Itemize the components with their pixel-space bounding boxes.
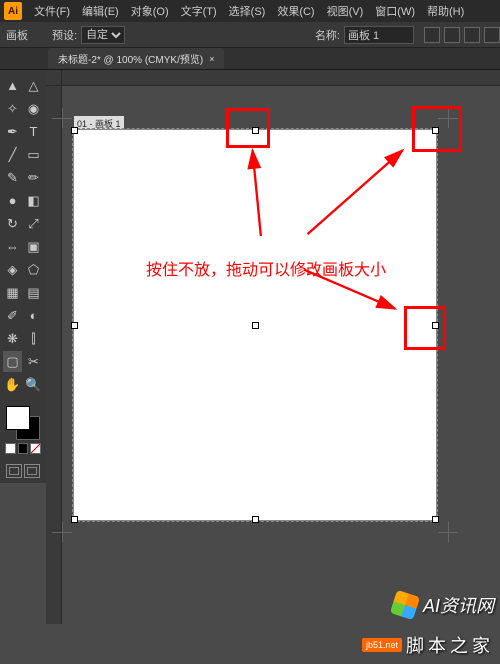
shape-builder-tool[interactable]: ◈ <box>3 259 22 280</box>
type-tool[interactable]: T <box>24 121 43 142</box>
scale-tool[interactable]: ⤢ <box>24 213 43 234</box>
watermark-top-text: AI资讯网 <box>423 592 494 618</box>
option-btn-2[interactable] <box>444 27 460 43</box>
crop-mark-top-right <box>438 108 458 128</box>
preset-label: 预设: <box>52 27 77 43</box>
ruler-origin[interactable] <box>46 70 62 86</box>
menu-view[interactable]: 视图(V) <box>321 3 370 19</box>
artboard-tool[interactable]: ▢ <box>3 351 22 372</box>
resize-handle-top-mid[interactable] <box>252 127 259 134</box>
crop-mark-bottom-left <box>52 522 72 542</box>
resize-handle-bottom-right[interactable] <box>432 516 439 523</box>
paintbrush-tool[interactable]: ✎ <box>3 167 22 188</box>
menu-select[interactable]: 选择(S) <box>223 3 272 19</box>
gradient-tool[interactable]: ▤ <box>24 282 43 303</box>
menu-object[interactable]: 对象(O) <box>125 3 175 19</box>
ruler-horizontal[interactable] <box>62 70 500 86</box>
lasso-tool[interactable]: ◉ <box>24 98 43 119</box>
watermark-top: AI资讯网 <box>393 592 494 618</box>
ruler-vertical[interactable] <box>46 86 62 624</box>
artboard-name-input[interactable] <box>344 26 414 44</box>
menu-effect[interactable]: 效果(C) <box>271 3 320 19</box>
watermark-badge: jb51.net <box>362 638 402 652</box>
mesh-tool[interactable]: ▦ <box>3 282 22 303</box>
line-tool[interactable]: ╱ <box>3 144 22 165</box>
blend-tool[interactable]: ◐ <box>24 305 43 326</box>
document-tab[interactable]: 未标题-2* @ 100% (CMYK/预览) × <box>48 48 224 69</box>
width-tool[interactable]: ⇔ <box>3 236 22 257</box>
fill-swatch[interactable] <box>6 406 30 430</box>
direct-selection-tool[interactable]: △ <box>24 75 43 96</box>
menu-edit[interactable]: 编辑(E) <box>76 3 125 19</box>
blob-brush-tool[interactable]: ● <box>3 190 22 211</box>
magic-wand-tool[interactable]: ✧ <box>3 98 22 119</box>
free-transform-tool[interactable]: ▣ <box>24 236 43 257</box>
symbol-sprayer-tool[interactable]: ❋ <box>3 328 22 349</box>
preset-select[interactable]: 自定 <box>81 26 125 44</box>
menu-file[interactable]: 文件(F) <box>28 3 76 19</box>
artboard-bounds[interactable]: 01 - 画板 1 <box>74 130 436 520</box>
rectangle-tool[interactable]: ▭ <box>24 144 43 165</box>
menu-window[interactable]: 窗口(W) <box>369 3 421 19</box>
section-label: 画板 <box>6 27 28 43</box>
option-btn-1[interactable] <box>424 27 440 43</box>
document-tab-bar: 未标题-2* @ 100% (CMYK/预览) × <box>0 48 500 70</box>
screen-mode-icon[interactable] <box>6 464 22 478</box>
resize-handle-mid-left[interactable] <box>71 322 78 329</box>
eraser-tool[interactable]: ◧ <box>24 190 43 211</box>
resize-handle-bottom-left[interactable] <box>71 516 78 523</box>
resize-handle-top-left[interactable] <box>71 127 78 134</box>
pencil-tool[interactable]: ✏ <box>24 167 43 188</box>
watermark-bottom-text: 脚本之家 <box>406 632 494 658</box>
watermark-bottom: jb51.net 脚本之家 <box>362 632 494 658</box>
document-tab-title: 未标题-2* @ 100% (CMYK/预览) <box>58 51 203 66</box>
options-bar: 画板 预设: 自定 名称: <box>0 22 500 48</box>
crop-mark-top-left <box>52 108 72 128</box>
slice-tool[interactable]: ✂ <box>24 351 43 372</box>
name-label: 名称: <box>315 27 340 43</box>
mini-swatch-gradient[interactable] <box>18 443 29 454</box>
selection-tool[interactable]: ▲ <box>3 75 22 96</box>
menu-help[interactable]: 帮助(H) <box>421 3 470 19</box>
option-btn-4[interactable] <box>484 27 500 43</box>
option-btn-3[interactable] <box>464 27 480 43</box>
mini-swatch-none[interactable] <box>30 443 41 454</box>
column-graph-tool[interactable]: ⫿ <box>24 328 43 349</box>
resize-handle-bottom-mid[interactable] <box>252 516 259 523</box>
canvas-area[interactable]: 01 - 画板 1 按住不放，拖动可以修改画板大小 <box>46 70 500 624</box>
hand-tool[interactable]: ✋ <box>3 374 22 395</box>
artboard-center-mark <box>252 322 259 329</box>
menubar: Ai 文件(F) 编辑(E) 对象(O) 文字(T) 选择(S) 效果(C) 视… <box>0 0 500 22</box>
artboard-label: 01 - 画板 1 <box>74 116 124 131</box>
perspective-tool[interactable]: ⬠ <box>24 259 43 280</box>
watermark-logo-icon <box>390 590 420 620</box>
mini-swatch-color[interactable] <box>5 443 16 454</box>
color-swatches[interactable] <box>2 402 44 457</box>
rotate-tool[interactable]: ↻ <box>3 213 22 234</box>
crop-mark-bottom-right <box>438 522 458 542</box>
close-icon[interactable]: × <box>209 54 214 64</box>
zoom-tool[interactable]: 🔍 <box>24 374 43 395</box>
menu-type[interactable]: 文字(T) <box>175 3 223 19</box>
resize-handle-mid-right[interactable] <box>432 322 439 329</box>
eyedropper-tool[interactable]: ✐ <box>3 305 22 326</box>
resize-handle-top-right[interactable] <box>432 127 439 134</box>
toolbox: ▲△ ✧◉ ✒T ╱▭ ✎✏ ●◧ ↻⤢ ⇔▣ ◈⬠ ▦▤ ✐◐ ❋⫿ ▢✂ ✋… <box>0 70 46 483</box>
screen-mode-alt-icon[interactable] <box>24 464 40 478</box>
pen-tool[interactable]: ✒ <box>3 121 22 142</box>
app-logo: Ai <box>4 2 22 20</box>
